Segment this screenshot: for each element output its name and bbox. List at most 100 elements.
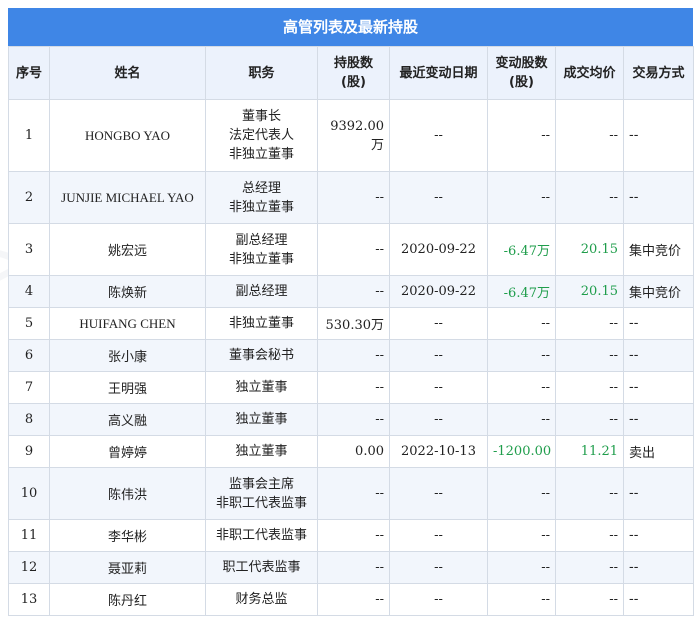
cell-position: 职工代表监事 (205, 551, 318, 584)
header-no: 序号 (8, 46, 50, 100)
cell-price: 20.15 (555, 275, 624, 308)
cell-price: -- (555, 519, 624, 552)
cell-date: 2020-09-22 (389, 275, 488, 308)
cell-type: 集中竞价 (623, 275, 694, 308)
cell-change: -- (487, 371, 556, 404)
cell-type: -- (623, 519, 694, 552)
position-line: 非独立董事 (228, 147, 294, 162)
table-row: 6 张小康 董事会秘书 -- -- -- -- -- (8, 339, 694, 372)
position-line: 非职工代表监事 (215, 528, 307, 543)
cell-no: 9 (8, 435, 50, 468)
table-row: 2 JUNJIE MICHAEL YAO 总经理 非独立董事 -- -- -- -- -- (8, 171, 694, 224)
cell-position: 副总经理 (205, 275, 318, 308)
position-line: 独立董事 (235, 444, 288, 459)
cell-no: 5 (8, 307, 50, 340)
cell-name: 曾婷婷 (49, 435, 206, 468)
cell-position: 独立董事 (205, 435, 318, 468)
position-line: 副总经理 (235, 232, 288, 248)
cell-holding: 9392.00万 (317, 99, 390, 172)
cell-name: JUNJIE MICHAEL YAO (49, 171, 206, 224)
table-row: 3 姚宏远 副总经理 非独立董事 -- 2020-09-22 -6.47万 20.15 集中竞价 (8, 223, 694, 276)
cell-type: 集中竞价 (623, 223, 694, 276)
cell-date: 2022-10-13 (389, 435, 488, 468)
table-row: 8 高义融 独立董事 -- -- -- -- -- (8, 403, 694, 436)
cell-price: -- (555, 583, 624, 616)
table-row: 7 王明强 独立董事 -- -- -- -- -- (8, 371, 694, 404)
cell-no: 3 (8, 223, 50, 276)
cell-price: -- (555, 403, 624, 436)
cell-price: -- (555, 467, 624, 520)
table-row: 4 陈焕新 副总经理 -- 2020-09-22 -6.47万 20.15 集中竞价 (8, 275, 694, 308)
cell-name: 陈焕新 (49, 275, 206, 308)
position-line: 非独立董事 (228, 251, 294, 267)
position-line: 副总经理 (235, 284, 288, 299)
cell-no: 8 (8, 403, 50, 436)
table-row: 13 陈丹红 财务总监 -- -- -- -- -- (8, 583, 694, 616)
cell-type: 卖出 (623, 435, 694, 468)
cell-no: 4 (8, 275, 50, 308)
table-row: 9 曾婷婷 独立董事 0.00 2022-10-13 -1200.00 11.21 卖出 (8, 435, 694, 468)
cell-change: -6.47万 (487, 223, 556, 276)
cell-type: -- (623, 339, 694, 372)
cell-no: 2 (8, 171, 50, 224)
cell-type: -- (623, 467, 694, 520)
header-price: 成交均价 (555, 46, 624, 100)
cell-position: 非职工代表监事 (205, 519, 318, 552)
cell-name: HUIFANG CHEN (49, 307, 206, 340)
cell-type: -- (623, 99, 694, 172)
header-type: 交易方式 (623, 46, 694, 100)
cell-change: -1200.00 (487, 435, 556, 468)
cell-position: 非独立董事 (205, 307, 318, 340)
cell-holding: -- (317, 223, 390, 276)
cell-date: -- (389, 99, 488, 172)
cell-price: 20.15 (555, 223, 624, 276)
cell-holding: -- (317, 551, 390, 584)
cell-date: -- (389, 403, 488, 436)
cell-position: 副总经理 非独立董事 (205, 223, 318, 276)
cell-date: -- (389, 339, 488, 372)
position-line: 独立董事 (235, 380, 288, 395)
cell-position: 总经理 非独立董事 (205, 171, 318, 224)
cell-position: 独立董事 (205, 403, 318, 436)
header-date: 最近变动日期 (389, 46, 488, 100)
cell-date: 2020-09-22 (389, 223, 488, 276)
cell-date: -- (389, 551, 488, 584)
table-row: 1 HONGBO YAO 董事长 法定代表人 非独立董事 9392.00万 -- -- -- -- (8, 99, 694, 172)
cell-holding: -- (317, 403, 390, 436)
cell-change: -- (487, 339, 556, 372)
cell-name: 陈丹红 (49, 583, 206, 616)
table-row: 5 HUIFANG CHEN 非独立董事 530.30万 -- -- -- -- (8, 307, 694, 340)
cell-holding: -- (317, 275, 390, 308)
cell-name: 聂亚莉 (49, 551, 206, 584)
cell-change: -- (487, 171, 556, 224)
cell-type: -- (623, 371, 694, 404)
position-line: 财务总监 (235, 592, 288, 607)
cell-change: -- (487, 307, 556, 340)
position-line: 董事会秘书 (228, 348, 294, 363)
cell-position: 监事会主席 非职工代表监事 (205, 467, 318, 520)
cell-date: -- (389, 171, 488, 224)
header-holding: 持股数 (股) (317, 46, 390, 100)
cell-name: HONGBO YAO (49, 99, 206, 172)
cell-change: -- (487, 583, 556, 616)
table-row: 11 李华彬 非职工代表监事 -- -- -- -- -- (8, 519, 694, 552)
cell-name: 李华彬 (49, 519, 206, 552)
cell-position: 董事会秘书 (205, 339, 318, 372)
cell-holding: -- (317, 339, 390, 372)
cell-no: 12 (8, 551, 50, 584)
cell-holding: 530.30万 (317, 307, 390, 340)
cell-position: 财务总监 (205, 583, 318, 616)
cell-price: -- (555, 171, 624, 224)
cell-change: -6.47万 (487, 275, 556, 308)
cell-no: 7 (8, 371, 50, 404)
cell-price: -- (555, 339, 624, 372)
cell-date: -- (389, 519, 488, 552)
cell-name: 高义融 (49, 403, 206, 436)
table-row: 12 聂亚莉 职工代表监事 -- -- -- -- -- (8, 551, 694, 584)
table-header-row: 序号 姓名 职务 持股数 (股) 最近变动日期 变动股数 (股) 成交均价 交易方式 (8, 46, 694, 100)
cell-no: 11 (8, 519, 50, 552)
cell-type: -- (623, 307, 694, 340)
position-line: 非职工代表监事 (215, 495, 307, 511)
cell-no: 6 (8, 339, 50, 372)
cell-price: -- (555, 551, 624, 584)
